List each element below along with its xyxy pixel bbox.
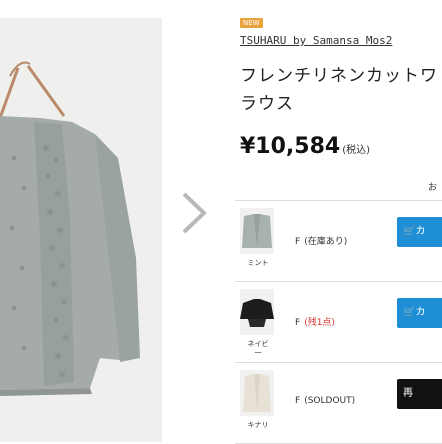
cart-icon: 🛒: [403, 226, 416, 237]
variant-size-stock: F (在庫あり): [295, 234, 347, 247]
cardigan-image: [0, 18, 162, 442]
brand-link[interactable]: TSUHARU by Samansa Mos2: [240, 34, 392, 47]
variant-list: ミント F (在庫あり) 🛒カ ネイビ一 F (残1点) 🛒カ キナリ F (SOLD…: [235, 200, 442, 444]
variant-row: ミント F (在庫あり) 🛒カ: [235, 201, 442, 282]
chevron-right-icon: [182, 192, 207, 234]
tax-note: (税込): [342, 145, 371, 156]
price-value: ¥10,584: [240, 134, 341, 159]
cart-button-label: カ: [415, 226, 426, 237]
variant-stock: (SOLDOUT): [304, 396, 356, 406]
add-to-cart-button[interactable]: 🛒カ: [397, 217, 442, 247]
variant-color: キナリ: [247, 421, 269, 429]
variant-size: F: [295, 318, 301, 328]
variant-size: F: [295, 237, 301, 247]
variant-size-stock: F (SOLDOUT): [295, 396, 355, 406]
variant-color: ミント: [247, 259, 269, 267]
navy-cardigan-swatch: [240, 299, 274, 327]
new-badge: NEW: [240, 18, 263, 28]
restock-notify-button[interactable]: 再: [397, 379, 442, 409]
variant-thumbnail[interactable]: [240, 370, 274, 416]
mint-cardigan-swatch: [242, 214, 272, 248]
add-to-cart-button[interactable]: 🛒カ: [397, 298, 442, 328]
product-photo[interactable]: [0, 18, 162, 442]
product-title: フレンチリネンカットワ ラウス: [240, 62, 442, 118]
variant-color: ネイビ一: [247, 340, 269, 357]
variant-row: ネイビ一 F (残1点) 🛒カ: [235, 282, 442, 363]
product-price: ¥10,584 (税込): [240, 134, 370, 159]
variant-size: F: [295, 396, 301, 406]
product-title-line-2: ラウス: [240, 94, 294, 114]
variant-thumbnail[interactable]: [240, 289, 274, 335]
ecru-cardigan-swatch: [243, 374, 271, 412]
variant-size-stock: F (残1点): [295, 315, 335, 328]
favorite-label[interactable]: お: [428, 180, 437, 193]
variant-thumbnail[interactable]: [240, 208, 274, 254]
variant-row: キナリ F (SOLDOUT) 再: [235, 363, 442, 444]
cart-icon: 🛒: [403, 307, 416, 318]
cart-button-label: カ: [415, 307, 426, 318]
next-image-arrow[interactable]: [178, 190, 210, 236]
variant-stock: (残1点): [304, 318, 335, 328]
variant-stock: (在庫あり): [304, 237, 348, 247]
product-title-line-1: フレンチリネンカットワ: [240, 66, 438, 86]
